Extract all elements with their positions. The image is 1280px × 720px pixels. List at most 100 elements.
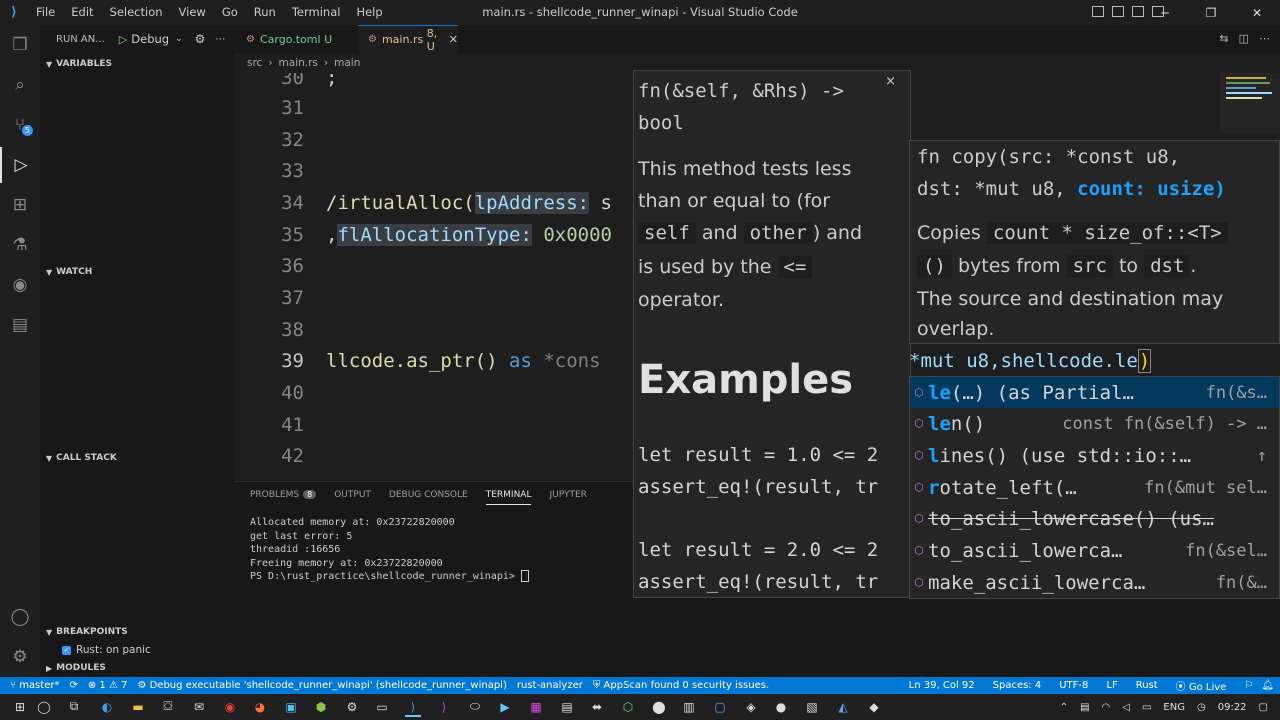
chevron-down-icon[interactable]: ⌄ bbox=[175, 34, 183, 44]
feedback-icon[interactable]: ⚐ bbox=[1244, 680, 1253, 691]
appscan-status[interactable]: ⛨ AppScan found 0 security issues. bbox=[593, 680, 769, 691]
app-icon[interactable]: ⬡ bbox=[620, 698, 636, 715]
start-debugging-icon[interactable]: ▷ bbox=[119, 33, 127, 46]
encoding[interactable]: UTF-8 bbox=[1059, 680, 1088, 691]
notebook-icon[interactable]: ▤ bbox=[0, 307, 40, 343]
vscode-taskbar-icon[interactable]: ⟩ bbox=[405, 698, 421, 717]
tab-terminal[interactable]: TERMINAL bbox=[485, 490, 532, 505]
cursor-position[interactable]: Ln 39, Col 92 bbox=[909, 680, 975, 691]
menu-edit[interactable]: Edit bbox=[63, 0, 101, 25]
tab-output[interactable]: OUTPUT bbox=[334, 490, 371, 505]
notification-center-icon[interactable]: ▢ bbox=[1259, 702, 1268, 713]
clock-icon[interactable]: ◷ bbox=[1197, 702, 1206, 713]
call-stack-section-header[interactable]: ▼ CALL STACK bbox=[40, 447, 234, 469]
windows-start-icon[interactable]: ⊞ bbox=[12, 698, 28, 715]
minimize-icon[interactable]: ─ bbox=[1142, 0, 1188, 25]
explorer-icon[interactable]: ❐ bbox=[0, 27, 40, 63]
clock-time[interactable]: 09:22 bbox=[1218, 702, 1247, 713]
app-icon[interactable]: ◭ bbox=[835, 698, 851, 715]
app-icon[interactable]: ▢ bbox=[712, 698, 728, 715]
terminal-output[interactable]: Allocated memory at: 0x23722820000 get la… bbox=[250, 516, 529, 584]
notifications-bell-icon[interactable]: 🔔︎ bbox=[1261, 680, 1274, 691]
app-icon[interactable]: ▦ bbox=[528, 698, 544, 715]
store-icon[interactable]: ⛋ bbox=[160, 698, 176, 715]
app-icon[interactable]: ⬢ bbox=[313, 698, 329, 715]
modules-section-header[interactable]: ▶ MODULES bbox=[40, 657, 234, 679]
toggle-panel-icon[interactable] bbox=[1112, 6, 1124, 17]
more-actions-icon[interactable]: ⋯ bbox=[1259, 32, 1270, 45]
open-launch-json-gear-icon[interactable]: ⚙ bbox=[195, 32, 206, 46]
suggestion-item[interactable]: ⬡ to_ascii_lowerca… fn(&sel… bbox=[910, 535, 1279, 566]
close-hover-icon[interactable]: × bbox=[885, 74, 896, 89]
remote-explorer-icon[interactable]: ◉ bbox=[0, 267, 40, 303]
compare-icon[interactable]: ⇆ bbox=[1219, 32, 1228, 45]
sync-icon[interactable]: ⟳ bbox=[69, 680, 77, 691]
testing-icon[interactable]: ⚗ bbox=[0, 227, 40, 263]
tab-jupyter[interactable]: JUPYTER bbox=[549, 490, 586, 505]
app-icon[interactable]: ● bbox=[773, 698, 789, 715]
variables-section-header[interactable]: ▼ VARIABLES bbox=[40, 53, 234, 75]
manage-gear-icon[interactable]: ⚙ bbox=[0, 639, 40, 675]
source-control-icon[interactable]: ⑂ 5 bbox=[0, 107, 40, 143]
end-of-line[interactable]: LF bbox=[1106, 680, 1117, 691]
show-hidden-icons-icon[interactable]: ⌃ bbox=[1060, 702, 1068, 713]
menu-run[interactable]: Run bbox=[246, 0, 284, 25]
checkbox-checked-icon[interactable]: ✓ bbox=[62, 645, 71, 655]
suggestion-item[interactable]: ⬡ le n() const fn(&self) -> … bbox=[910, 408, 1279, 439]
terminal-app-icon[interactable]: ▭ bbox=[374, 698, 390, 715]
watch-section-header[interactable]: ▼ WATCH bbox=[40, 261, 234, 283]
menu-go[interactable]: Go bbox=[214, 0, 246, 25]
app-icon[interactable]: ⬌ bbox=[589, 698, 605, 715]
network-icon[interactable]: ▤ bbox=[1080, 702, 1089, 713]
input-language[interactable]: ENG bbox=[1163, 702, 1185, 713]
app-icon[interactable]: ⬭ bbox=[467, 698, 483, 715]
app-icon[interactable]: ◈ bbox=[743, 698, 759, 715]
powershell-icon[interactable]: ▶ bbox=[497, 698, 513, 715]
suggestion-item[interactable]: ⬡ r otate_left(… fn(&mut sel… bbox=[910, 472, 1279, 503]
tab-main-rs[interactable]: ⚙ main.rs 8, U ✕ bbox=[358, 25, 458, 53]
battery-icon[interactable]: ▭ bbox=[1142, 702, 1151, 713]
tab-problems[interactable]: PROBLEMS 8 bbox=[250, 490, 317, 505]
suggestion-item[interactable]: ⬡ make_ascii_lowerca… fn(&… bbox=[910, 567, 1279, 598]
file-explorer-icon[interactable]: ▬ bbox=[130, 698, 146, 715]
search-icon[interactable]: ◯ bbox=[36, 698, 52, 715]
app-icon[interactable]: ⬤ bbox=[651, 698, 667, 715]
branch-indicator[interactable]: ⑂ master* bbox=[10, 680, 59, 691]
close-tab-icon[interactable]: ✕ bbox=[449, 33, 458, 46]
indentation[interactable]: Spaces: 4 bbox=[993, 680, 1042, 691]
close-window-icon[interactable]: ✕ bbox=[1234, 0, 1280, 25]
signature-help-popup[interactable]: fn copy(src: *const u8, dst: *mut u8, co… bbox=[909, 140, 1280, 344]
tab-cargo-toml[interactable]: ⚙ Cargo.toml U bbox=[234, 25, 354, 53]
suggestion-item[interactable]: ⬡ le (…) (as Partial… fn(&s… bbox=[910, 377, 1279, 408]
edge-browser-icon[interactable]: ◐ bbox=[99, 698, 115, 715]
breakpoint-rust-panic[interactable]: ✓ Rust: on panic bbox=[62, 644, 151, 656]
problems-indicator[interactable]: ⊗ 1 ⚠ 7 bbox=[88, 680, 128, 691]
breadcrumb-main-rs[interactable]: main.rs bbox=[279, 57, 318, 69]
search-icon[interactable]: ⌕ bbox=[0, 67, 40, 103]
vs-icon[interactable]: ⟩ bbox=[436, 698, 452, 715]
suggestion-item-deprecated[interactable]: ⬡ to_ascii_lowercase() (us… bbox=[910, 503, 1279, 534]
breadcrumb-src[interactable]: src bbox=[247, 57, 262, 69]
more-actions-icon[interactable]: ⋯ bbox=[215, 34, 225, 45]
app-icon[interactable]: ▣ bbox=[283, 698, 299, 715]
debug-config-select[interactable]: Debug bbox=[131, 32, 169, 46]
menu-help[interactable]: Help bbox=[348, 0, 390, 25]
menu-terminal[interactable]: Terminal bbox=[284, 0, 349, 25]
debug-launch-indicator[interactable]: ⚙ Debug executable 'shellcode_runner_win… bbox=[137, 680, 506, 691]
toggle-sidebar-icon[interactable] bbox=[1092, 6, 1104, 17]
app-icon[interactable]: ▧ bbox=[804, 698, 820, 715]
app-icon[interactable]: ⚙ bbox=[344, 698, 360, 715]
tab-debug-console[interactable]: DEBUG CONSOLE bbox=[389, 490, 468, 505]
task-view-icon[interactable]: ⧉ bbox=[66, 698, 82, 715]
app-icon[interactable]: ▤ bbox=[559, 698, 575, 715]
wifi-icon[interactable]: ◠ bbox=[1102, 702, 1111, 713]
breadcrumb-main-fn[interactable]: main bbox=[334, 57, 360, 69]
language-mode[interactable]: Rust bbox=[1136, 680, 1158, 691]
suggest-widget[interactable]: ⬡ le (…) (as Partial… fn(&s… ⬡ le n() const fn… bbox=[909, 376, 1280, 599]
app-icon[interactable]: ▥ bbox=[681, 698, 697, 715]
chrome-icon[interactable]: ◉ bbox=[222, 698, 238, 715]
mail-icon[interactable]: ✉ bbox=[191, 698, 207, 715]
extensions-icon[interactable]: ⊞ bbox=[0, 187, 40, 223]
breakpoints-section-header[interactable]: ▼ BREAKPOINTS bbox=[40, 621, 234, 643]
restore-icon[interactable]: ❐ bbox=[1188, 0, 1234, 25]
